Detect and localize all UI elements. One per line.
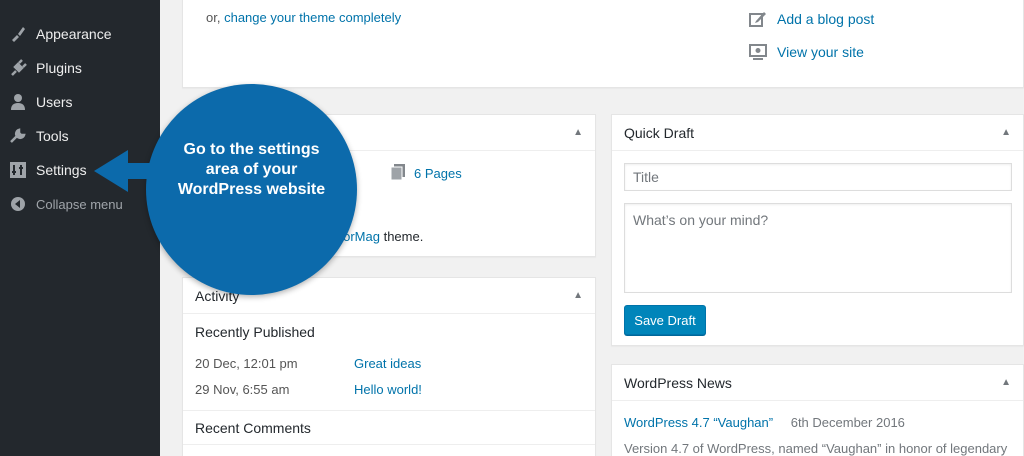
wrench-icon: [0, 127, 36, 145]
post-date: 29 Nov, 6:55 am: [195, 382, 290, 397]
pages-link[interactable]: 6 Pages: [414, 166, 462, 181]
change-theme-text: or, change your theme completely: [206, 10, 401, 25]
callout-bubble: Go to the settings area of your WordPres…: [146, 84, 357, 295]
save-draft-button[interactable]: Save Draft: [624, 305, 706, 335]
divider: [183, 444, 595, 445]
theme-suffix: theme.: [379, 229, 424, 244]
panel-header: Quick Draft ▲: [612, 115, 1023, 151]
sidebar-item-label: Appearance: [36, 26, 112, 42]
add-blog-post-action[interactable]: Add a blog post: [749, 10, 874, 28]
plugin-icon: [0, 59, 36, 77]
panel-title: Quick Draft: [624, 124, 695, 141]
panel-header: WordPress News ▲: [612, 365, 1023, 401]
collapse-icon: [0, 196, 36, 212]
view-icon: [749, 44, 777, 60]
post-link[interactable]: Great ideas: [354, 356, 421, 371]
or-text: or,: [206, 10, 221, 25]
admin-sidebar: Appearance Plugins Users Tools Settings …: [0, 0, 160, 456]
recently-published-heading: Recently Published: [195, 324, 315, 340]
news-item-date: 6th December 2016: [790, 415, 905, 430]
sidebar-item-label: Plugins: [36, 60, 82, 76]
panel-title: WordPress News: [624, 374, 732, 391]
sidebar-item-label: Collapse menu: [36, 196, 123, 212]
sidebar-item-label: Tools: [36, 128, 69, 144]
callout-arrow-icon: [94, 150, 164, 192]
quick-draft-panel: Quick Draft ▲ Title What’s on your mind?…: [611, 114, 1024, 346]
list-item: 20 Dec, 12:01 pm Great ideas: [195, 356, 585, 371]
sidebar-item-users[interactable]: Users: [0, 85, 160, 119]
welcome-panel: or, change your theme completely Add a b…: [182, 0, 1024, 88]
toggle-panel-icon[interactable]: ▲: [1001, 377, 1011, 388]
settings-icon: [0, 161, 36, 179]
sidebar-item-plugins[interactable]: Plugins: [0, 51, 160, 85]
news-item-excerpt: Version 4.7 of WordPress, named “Vaughan…: [624, 441, 1008, 456]
news-item-link[interactable]: WordPress 4.7 “Vaughan”: [624, 415, 773, 430]
edit-icon: [749, 10, 777, 28]
user-icon: [0, 93, 36, 111]
divider: [183, 410, 595, 411]
add-blog-post-link[interactable]: Add a blog post: [777, 11, 874, 27]
wordpress-news-panel: WordPress News ▲ WordPress 4.7 “Vaughan”…: [611, 364, 1024, 456]
change-theme-link[interactable]: change your theme completely: [224, 10, 401, 25]
pages-count[interactable]: 6 Pages: [390, 164, 462, 183]
post-date: 20 Dec, 12:01 pm: [195, 356, 298, 371]
activity-panel: Activity ▲ Recently Published 20 Dec, 12…: [182, 277, 596, 456]
callout-text: Go to the settings area of your WordPres…: [177, 140, 326, 198]
sidebar-item-label: Settings: [36, 162, 87, 178]
toggle-panel-icon[interactable]: ▲: [1001, 127, 1011, 138]
draft-title-input[interactable]: Title: [624, 163, 1012, 191]
post-link[interactable]: Hello world!: [354, 382, 422, 397]
toggle-panel-icon[interactable]: ▲: [573, 290, 583, 301]
sidebar-item-appearance[interactable]: Appearance: [0, 17, 160, 51]
draft-content-textarea[interactable]: What’s on your mind?: [624, 203, 1012, 293]
pages-icon: [390, 164, 405, 183]
sidebar-item-label: Users: [36, 94, 73, 110]
toggle-panel-icon[interactable]: ▲: [573, 127, 583, 138]
news-item: WordPress 4.7 “Vaughan” 6th December 201…: [624, 415, 905, 430]
view-site-action[interactable]: View your site: [749, 44, 864, 60]
list-item: 29 Nov, 6:55 am Hello world!: [195, 382, 585, 397]
paintbrush-icon: [0, 25, 36, 43]
view-site-link[interactable]: View your site: [777, 44, 864, 60]
recent-comments-heading: Recent Comments: [195, 420, 311, 436]
